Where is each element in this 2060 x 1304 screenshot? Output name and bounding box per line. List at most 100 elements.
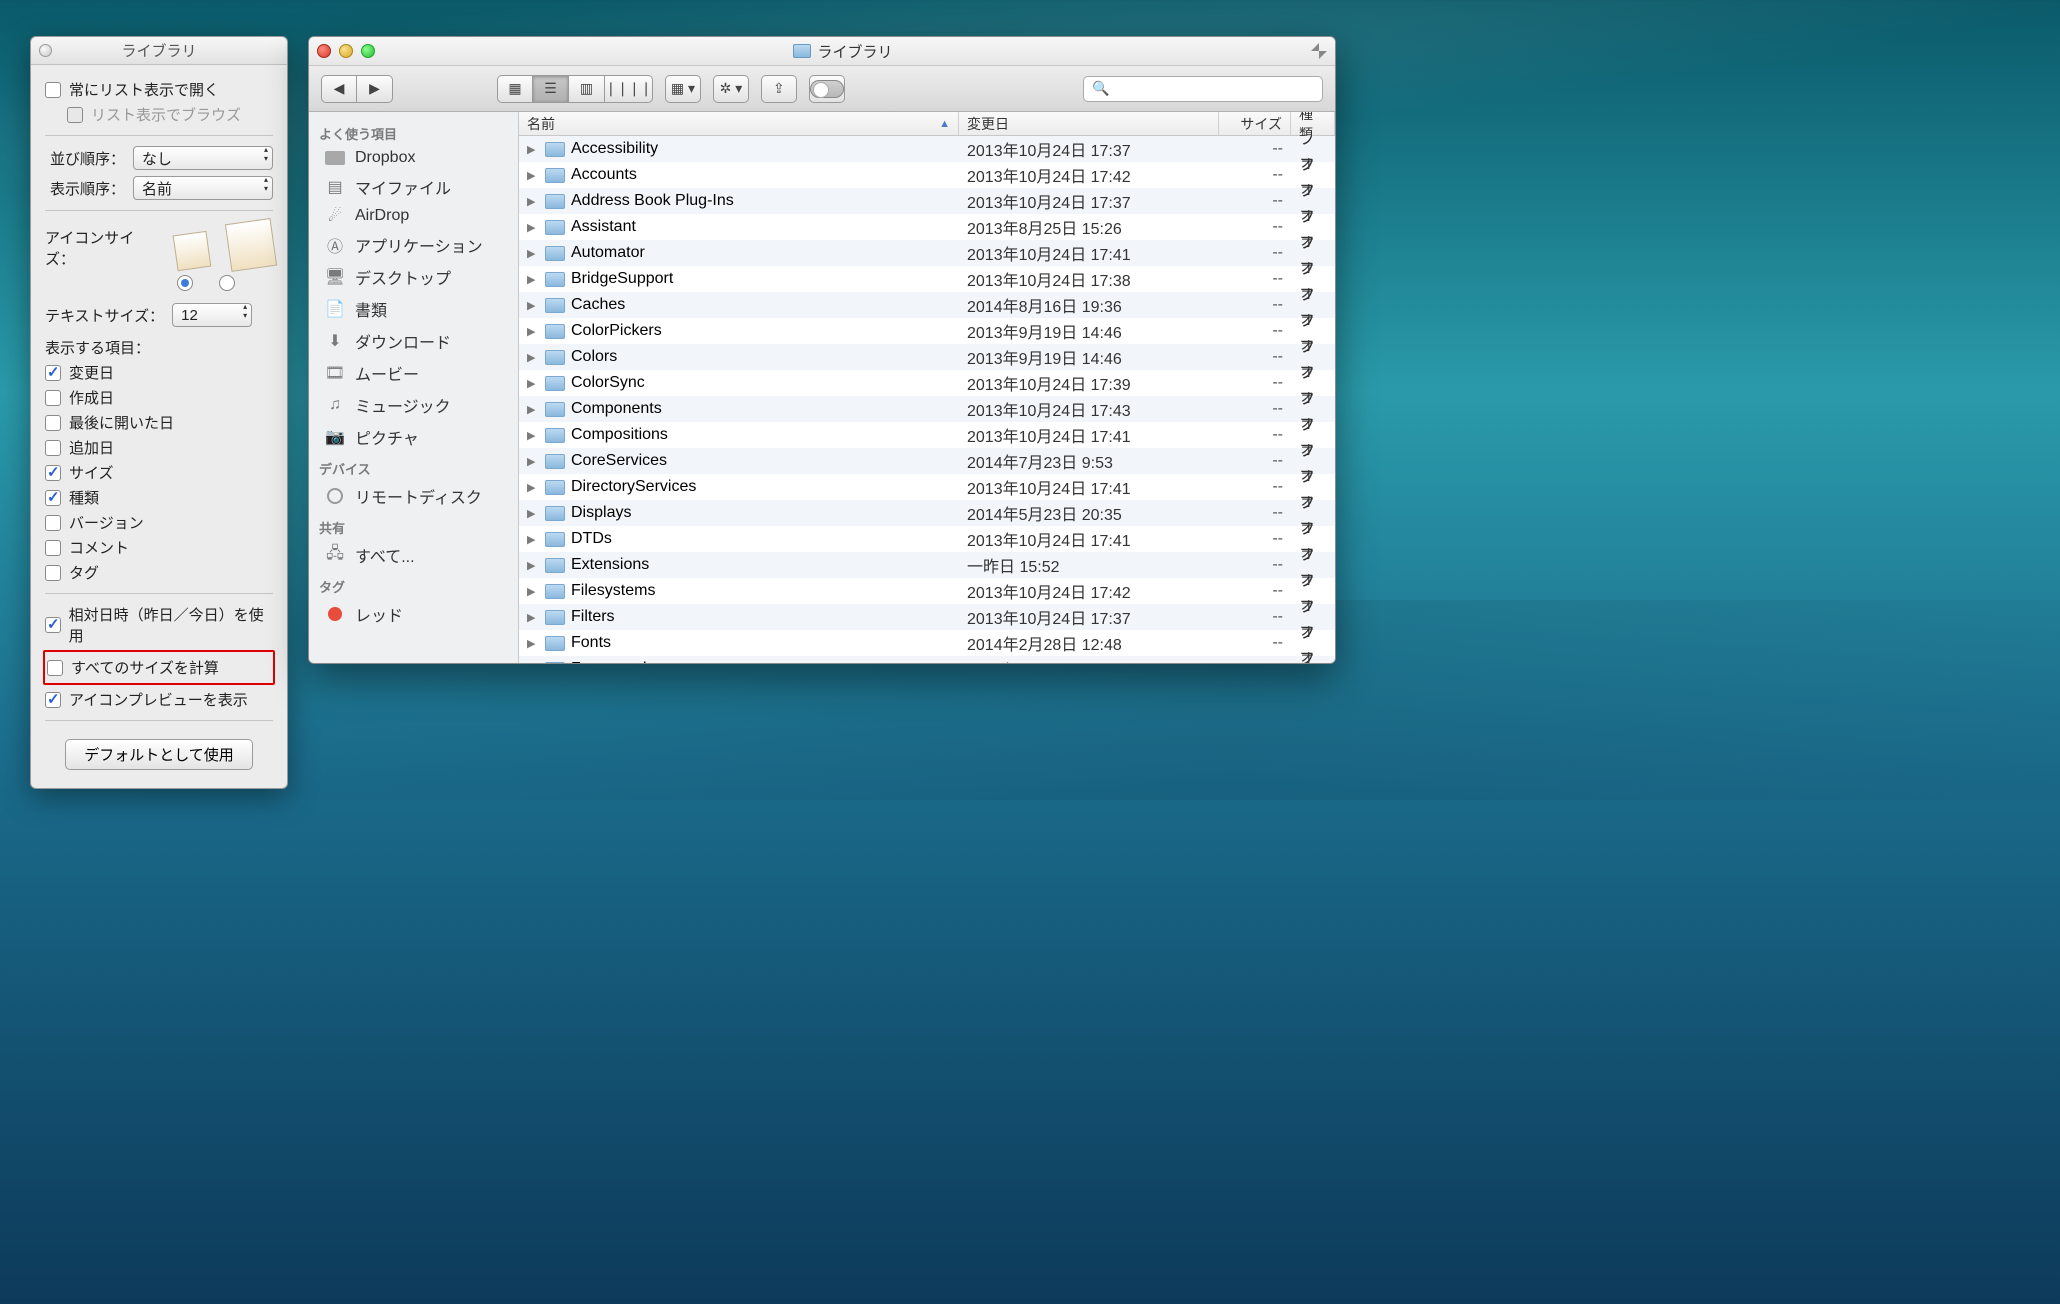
table-row[interactable]: ▶ Compositions 2013年10月24日 17:41 -- フォ	[519, 422, 1335, 448]
sidebar-item[interactable]: ▤マイファイル	[309, 171, 518, 203]
disclosure-triangle-icon[interactable]: ▶	[527, 351, 539, 364]
table-row[interactable]: ▶ DirectoryServices 2013年10月24日 17:41 --…	[519, 474, 1335, 500]
table-row[interactable]: ▶ Caches 2014年8月16日 19:36 -- フォ	[519, 292, 1335, 318]
use-as-defaults-button[interactable]: デフォルトとして使用	[65, 739, 253, 770]
sidebar-item[interactable]: 🖧すべて...	[309, 539, 518, 571]
coverflow-view-button[interactable]: ❘❘❘❘	[605, 75, 653, 103]
show-column-checkbox[interactable]: 変更日	[45, 362, 273, 383]
fullscreen-icon[interactable]	[1311, 43, 1327, 59]
sidebar-item[interactable]: Dropbox	[309, 145, 518, 171]
text-size-select[interactable]: 12	[172, 303, 252, 327]
column-headers[interactable]: 名前 ▲ 変更日 サイズ 種類	[519, 112, 1335, 136]
disclosure-triangle-icon[interactable]: ▶	[527, 481, 539, 494]
disclosure-triangle-icon[interactable]: ▶	[527, 403, 539, 416]
forward-button[interactable]: ▶	[357, 75, 393, 103]
show-column-checkbox[interactable]: 追加日	[45, 437, 273, 458]
disclosure-triangle-icon[interactable]: ▶	[527, 273, 539, 286]
disclosure-triangle-icon[interactable]: ▶	[527, 533, 539, 546]
disclosure-triangle-icon[interactable]: ▶	[527, 169, 539, 182]
table-row[interactable]: ▶ Colors 2013年9月19日 14:46 -- フォ	[519, 344, 1335, 370]
browse-in-list-checkbox: リスト表示でブラウズ	[67, 104, 273, 125]
show-column-checkbox[interactable]: バージョン	[45, 512, 273, 533]
disclosure-triangle-icon[interactable]: ▶	[527, 637, 539, 650]
disclosure-triangle-icon[interactable]: ▶	[527, 507, 539, 520]
sidebar-item[interactable]: レッド	[309, 598, 518, 630]
show-column-checkbox[interactable]: コメント	[45, 537, 273, 558]
icon-size-small-radio[interactable]	[177, 275, 193, 291]
table-row[interactable]: ▶ Automator 2013年10月24日 17:41 -- フォ	[519, 240, 1335, 266]
folder-icon	[545, 272, 565, 287]
zoom-icon[interactable]	[361, 44, 375, 58]
table-row[interactable]: ▶ BridgeSupport 2013年10月24日 17:38 -- フォ	[519, 266, 1335, 292]
table-row[interactable]: ▶ Displays 2014年5月23日 20:35 -- フォ	[519, 500, 1335, 526]
show-column-checkbox[interactable]: 作成日	[45, 387, 273, 408]
disclosure-triangle-icon[interactable]: ▶	[527, 195, 539, 208]
icon-view-button[interactable]: ▦	[497, 75, 533, 103]
sidebar-item[interactable]: リモートディスク	[309, 480, 518, 512]
disclosure-triangle-icon[interactable]: ▶	[527, 455, 539, 468]
sort-by-select[interactable]: なし	[133, 146, 273, 170]
sidebar-item[interactable]: ♫ミュージック	[309, 389, 518, 421]
table-row[interactable]: ▶ Filters 2013年10月24日 17:37 -- フォ	[519, 604, 1335, 630]
relative-dates-checkbox[interactable]: 相対日時（昨日／今日）を使用	[45, 604, 273, 646]
calculate-all-sizes-checkbox[interactable]: すべてのサイズを計算	[47, 657, 271, 678]
disclosure-triangle-icon[interactable]: ▶	[527, 247, 539, 260]
table-row[interactable]: ▶ Extensions 一昨日 15:52 -- フォ	[519, 552, 1335, 578]
disclosure-triangle-icon[interactable]: ▶	[527, 663, 539, 664]
disclosure-triangle-icon[interactable]: ▶	[527, 221, 539, 234]
column-name[interactable]: 名前 ▲	[519, 112, 959, 135]
table-row[interactable]: ▶ DTDs 2013年10月24日 17:41 -- フォ	[519, 526, 1335, 552]
table-row[interactable]: ▶ Assistant 2013年8月25日 15:26 -- フォ	[519, 214, 1335, 240]
tags-button[interactable]	[809, 75, 845, 103]
list-view-button[interactable]: ☰	[533, 75, 569, 103]
disclosure-triangle-icon[interactable]: ▶	[527, 377, 539, 390]
table-row[interactable]: ▶ ColorSync 2013年10月24日 17:39 -- フォ	[519, 370, 1335, 396]
panel-titlebar[interactable]: ライブラリ	[31, 37, 287, 65]
back-button[interactable]: ◀	[321, 75, 357, 103]
disclosure-triangle-icon[interactable]: ▶	[527, 143, 539, 156]
column-date[interactable]: 変更日	[959, 112, 1219, 135]
table-row[interactable]: ▶ Address Book Plug-Ins 2013年10月24日 17:3…	[519, 188, 1335, 214]
arrange-by-select[interactable]: 名前	[133, 176, 273, 200]
close-icon[interactable]	[317, 44, 331, 58]
icon-size-large-radio[interactable]	[219, 275, 235, 291]
sidebar-item[interactable]: 📷ピクチャ	[309, 421, 518, 453]
table-row[interactable]: ▶ Fonts 2014年2月28日 12:48 -- フォ	[519, 630, 1335, 656]
show-column-checkbox[interactable]: タグ	[45, 562, 273, 583]
column-kind[interactable]: 種類	[1291, 112, 1335, 135]
column-view-button[interactable]: ▥	[569, 75, 605, 103]
disclosure-triangle-icon[interactable]: ▶	[527, 429, 539, 442]
disclosure-triangle-icon[interactable]: ▶	[527, 585, 539, 598]
table-row[interactable]: ▶ Accounts 2013年10月24日 17:42 -- フォ	[519, 162, 1335, 188]
show-icon-preview-checkbox[interactable]: アイコンプレビューを表示	[45, 689, 273, 710]
table-row[interactable]: ▶ Accessibility 2013年10月24日 17:37 -- フォ	[519, 136, 1335, 162]
disclosure-triangle-icon[interactable]: ▶	[527, 559, 539, 572]
disclosure-triangle-icon[interactable]: ▶	[527, 325, 539, 338]
column-size[interactable]: サイズ	[1219, 112, 1291, 135]
table-row[interactable]: ▶ ColorPickers 2013年9月19日 14:46 -- フォ	[519, 318, 1335, 344]
search-input[interactable]: 🔍	[1083, 76, 1323, 102]
disclosure-triangle-icon[interactable]: ▶	[527, 299, 539, 312]
table-row[interactable]: ▶ Components 2013年10月24日 17:43 -- フォ	[519, 396, 1335, 422]
table-row[interactable]: ▶ Frameworks 2013年10月24日 17:49 -- フォ	[519, 656, 1335, 663]
sidebar-item[interactable]: 🖥デスクトップ	[309, 261, 518, 293]
disclosure-triangle-icon[interactable]: ▶	[527, 611, 539, 624]
share-button[interactable]: ⇪	[761, 75, 797, 103]
sidebar-item[interactable]: 📄書類	[309, 293, 518, 325]
show-column-checkbox[interactable]: 種類	[45, 487, 273, 508]
close-icon[interactable]	[39, 44, 52, 57]
file-date: 2013年8月25日 15:26	[959, 215, 1219, 239]
finder-titlebar[interactable]: ライブラリ	[309, 37, 1335, 66]
arrange-button[interactable]: ▦ ▾	[665, 75, 701, 103]
sidebar-item[interactable]: 🎞ムービー	[309, 357, 518, 389]
always-open-list-checkbox[interactable]: 常にリスト表示で開く	[45, 79, 273, 100]
sidebar-item[interactable]: ⬇ダウンロード	[309, 325, 518, 357]
show-column-checkbox[interactable]: 最後に開いた日	[45, 412, 273, 433]
minimize-icon[interactable]	[339, 44, 353, 58]
table-row[interactable]: ▶ CoreServices 2014年7月23日 9:53 -- フォ	[519, 448, 1335, 474]
action-button[interactable]: ✲ ▾	[713, 75, 749, 103]
show-column-checkbox[interactable]: サイズ	[45, 462, 273, 483]
sidebar-item[interactable]: Ⓐアプリケーション	[309, 229, 518, 261]
table-row[interactable]: ▶ Filesystems 2013年10月24日 17:42 -- フォ	[519, 578, 1335, 604]
sidebar-item[interactable]: ☄AirDrop	[309, 203, 518, 229]
